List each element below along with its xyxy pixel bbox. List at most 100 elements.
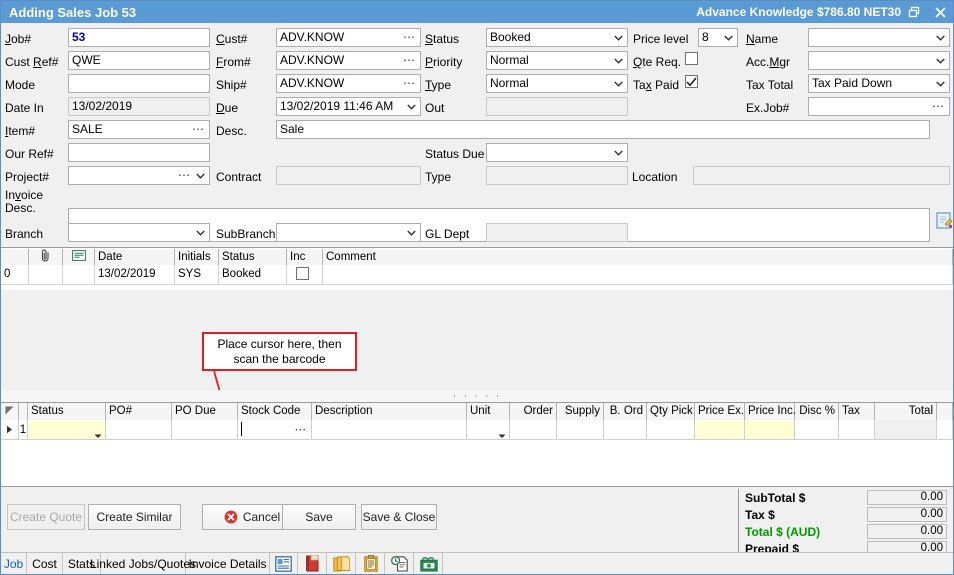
- ellipsis-icon[interactable]: ⋯: [192, 121, 205, 138]
- name-field[interactable]: [808, 28, 950, 47]
- job-history-icon[interactable]: [386, 553, 414, 574]
- gl-dept-field[interactable]: [486, 223, 628, 242]
- close-icon[interactable]: [927, 1, 953, 23]
- ship-no-field[interactable]: ADV.KNOW ⋯: [276, 74, 421, 93]
- line-grid-col-total[interactable]: Total: [875, 403, 937, 420]
- status-grid-col-status[interactable]: Status: [219, 249, 287, 265]
- status-due-field[interactable]: [486, 143, 628, 162]
- type-field[interactable]: Normal: [486, 74, 628, 93]
- line-grid-col-supply[interactable]: Supply: [557, 403, 604, 420]
- clipboard-icon[interactable]: [357, 553, 385, 574]
- cust-ref-field[interactable]: QWE: [68, 51, 210, 70]
- chevron-down-icon[interactable]: [611, 145, 626, 160]
- line-grid-col-price-ex[interactable]: Price Ex.: [695, 403, 745, 420]
- mode-field[interactable]: [68, 74, 210, 93]
- row-order[interactable]: [510, 420, 557, 440]
- row-price-inc[interactable]: [745, 420, 795, 440]
- ex-job-no-field[interactable]: ⋯: [808, 97, 950, 116]
- line-grid-col-po-due[interactable]: PO Due: [172, 403, 238, 420]
- chevron-down-icon[interactable]: [193, 168, 208, 183]
- row-initials[interactable]: SYS: [175, 265, 219, 284]
- cust-no-field[interactable]: ADV.KNOW ⋯: [276, 28, 421, 47]
- chevron-down-icon[interactable]: [611, 30, 626, 45]
- row-unit[interactable]: [467, 420, 510, 440]
- row-date[interactable]: 13/02/2019: [95, 265, 175, 284]
- save-and-close-button[interactable]: Save & Close: [361, 504, 437, 530]
- row-supply[interactable]: [557, 420, 604, 440]
- chevron-down-icon[interactable]: [611, 76, 626, 91]
- row-po-due[interactable]: [172, 420, 238, 440]
- out-field[interactable]: [486, 97, 628, 116]
- chevron-down-icon[interactable]: [404, 99, 419, 114]
- line-grid-col-tax[interactable]: Tax: [839, 403, 875, 420]
- row-inc-checkbox[interactable]: [296, 267, 309, 280]
- document-edit-icon[interactable]: [935, 211, 953, 229]
- tab-job[interactable]: Job: [1, 553, 27, 574]
- ellipsis-icon[interactable]: ⋯: [403, 75, 416, 92]
- due-field[interactable]: 13/02/2019 11:46 AM: [276, 97, 421, 116]
- status-grid-col-initials[interactable]: Initials: [175, 249, 219, 265]
- tab-invoice-details[interactable]: Invoice Details: [186, 553, 270, 574]
- row-po-no[interactable]: [106, 420, 172, 440]
- create-similar-button[interactable]: Create Similar: [88, 504, 181, 530]
- tax-total-field[interactable]: Tax Paid Down: [808, 74, 950, 93]
- status-grid-col-rownum[interactable]: [1, 249, 29, 265]
- red-binder-icon[interactable]: [299, 553, 327, 574]
- chevron-down-icon[interactable]: [721, 30, 736, 45]
- date-in-field[interactable]: 13/02/2019: [68, 97, 210, 116]
- status-field[interactable]: Booked: [486, 28, 628, 47]
- our-ref-field[interactable]: [68, 143, 210, 162]
- restore-icon[interactable]: [901, 1, 927, 23]
- row-disc-pct[interactable]: [795, 420, 839, 440]
- price-level-field[interactable]: 8: [698, 28, 738, 47]
- subbranch-field[interactable]: [276, 223, 421, 242]
- location-field[interactable]: [693, 166, 950, 185]
- tax-paid-checkbox[interactable]: [685, 75, 698, 88]
- copy-pages-icon[interactable]: [328, 553, 356, 574]
- table-row[interactable]: 0 13/02/2019 SYS Booked: [1, 265, 953, 284]
- ellipsis-icon[interactable]: ⋯: [932, 98, 945, 115]
- row-qty-pick[interactable]: [647, 420, 695, 440]
- desc-field[interactable]: Sale: [276, 120, 930, 139]
- row-tax[interactable]: [839, 420, 875, 440]
- table-row[interactable]: 1 ⋯: [1, 420, 953, 440]
- priority-field[interactable]: Normal: [486, 51, 628, 70]
- job-no-field[interactable]: 53: [68, 28, 210, 47]
- line-grid-col-status[interactable]: Status: [28, 403, 106, 420]
- item-no-field[interactable]: SALE ⋯: [68, 120, 210, 139]
- acc-mgr-field[interactable]: [808, 51, 950, 70]
- row-attachment[interactable]: [29, 265, 63, 284]
- row-stock-code[interactable]: ⋯: [238, 420, 312, 440]
- ellipsis-icon[interactable]: ⋯: [403, 52, 416, 69]
- note-icon[interactable]: [63, 249, 95, 265]
- tab-cost[interactable]: Cost: [27, 553, 63, 574]
- contract-field[interactable]: [276, 166, 421, 185]
- save-button[interactable]: Save: [282, 504, 356, 530]
- contact-card-icon[interactable]: [270, 553, 298, 574]
- row-comment[interactable]: [323, 265, 953, 284]
- line-grid-col-order[interactable]: Order: [510, 403, 557, 420]
- line-grid-col-stock-code[interactable]: Stock Code: [238, 403, 312, 420]
- chevron-down-icon[interactable]: [933, 76, 948, 91]
- status-grid-col-date[interactable]: Date: [95, 249, 175, 265]
- line-grid-col-price-inc[interactable]: Price Inc.: [745, 403, 795, 420]
- chevron-down-icon[interactable]: [933, 53, 948, 68]
- line-grid-col-b-ord[interactable]: B. Ord: [604, 403, 647, 420]
- tab-linked-jobs-quotes[interactable]: Linked Jobs/Quotes: [101, 553, 186, 574]
- chevron-down-icon[interactable]: [611, 53, 626, 68]
- row-status[interactable]: Booked: [219, 265, 287, 284]
- ellipsis-icon[interactable]: ⋯: [295, 420, 308, 440]
- create-quote-button[interactable]: Create Quote: [7, 504, 85, 530]
- status-grid-col-comment[interactable]: Comment: [323, 249, 953, 265]
- chevron-down-icon[interactable]: [933, 30, 948, 45]
- qte-req-checkbox[interactable]: [685, 52, 698, 65]
- money-gift-icon[interactable]: [415, 553, 443, 574]
- row-note[interactable]: [63, 265, 95, 284]
- grid-selector-icon[interactable]: [1, 403, 19, 420]
- branch-field[interactable]: [68, 223, 210, 242]
- from-no-field[interactable]: ADV.KNOW ⋯: [276, 51, 421, 70]
- row-inc-cell[interactable]: [287, 265, 323, 284]
- line-grid-col-qty-pick[interactable]: Qty Pick: [647, 403, 695, 420]
- attachment-icon[interactable]: [29, 249, 63, 265]
- row-b-ord[interactable]: [604, 420, 647, 440]
